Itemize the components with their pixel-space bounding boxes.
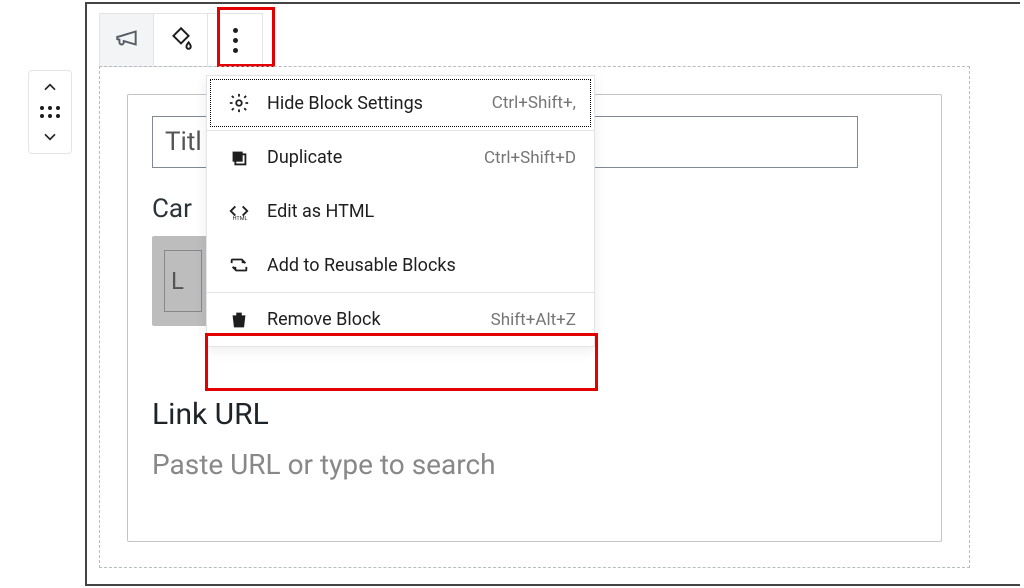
menu-label: Edit as HTML [267,201,374,222]
html-icon: HTML [225,200,253,222]
swatch-inner: L [164,250,202,312]
megaphone-icon [114,25,140,55]
block-toolbar [99,13,263,67]
menu-shortcut: Shift+Alt+Z [491,310,576,330]
link-url-label: Link URL [152,397,269,432]
menu-label: Hide Block Settings [267,93,423,114]
menu-item-hide-settings[interactable]: Hide Block Settings Ctrl+Shift+, [207,76,594,130]
reusable-icon [225,254,253,276]
menu-label: Duplicate [267,147,342,168]
paint-bucket-icon [168,25,194,55]
more-vertical-icon [233,28,238,53]
menu-label: Add to Reusable Blocks [267,255,456,276]
menu-label: Remove Block [267,309,381,330]
background-swatch[interactable]: L [152,236,214,326]
block-type-button[interactable] [100,14,154,66]
move-up-button[interactable] [32,75,68,101]
link-url-input[interactable]: Paste URL or type to search [152,448,496,481]
menu-shortcut: Ctrl+Shift+, [492,93,576,113]
block-options-menu: Hide Block Settings Ctrl+Shift+, Duplica… [206,75,595,347]
duplicate-icon [225,147,253,169]
title-input-value: Titl [165,127,202,157]
card-background-label: Car [152,194,192,224]
trash-icon [225,309,253,331]
menu-item-reusable[interactable]: Add to Reusable Blocks [207,238,594,292]
gear-icon [225,92,253,114]
menu-item-remove[interactable]: Remove Block Shift+Alt+Z [207,292,594,346]
move-down-button[interactable] [32,123,68,149]
more-options-button[interactable] [208,14,262,66]
link-url-placeholder: Paste URL or type to search [152,448,496,481]
menu-shortcut: Ctrl+Shift+D [484,148,576,168]
background-color-button[interactable] [154,14,208,66]
svg-text:HTML: HTML [233,216,248,222]
block-mover [28,70,72,154]
menu-item-duplicate[interactable]: Duplicate Ctrl+Shift+D [207,130,594,184]
menu-item-edit-html[interactable]: HTML Edit as HTML [207,184,594,238]
drag-handle[interactable] [32,101,68,123]
